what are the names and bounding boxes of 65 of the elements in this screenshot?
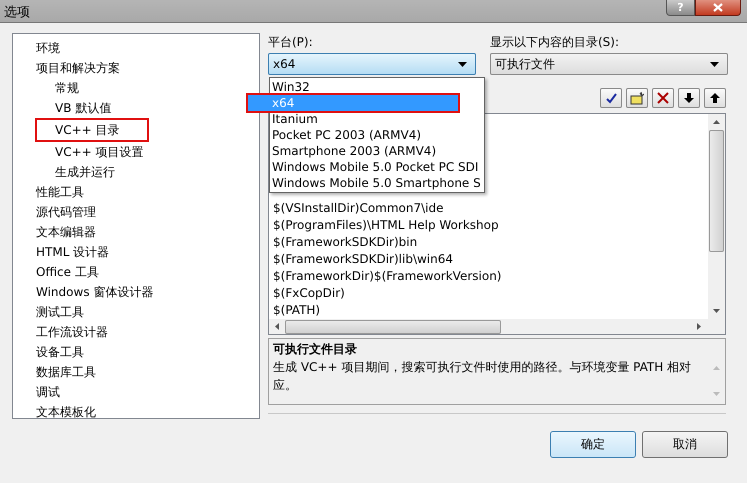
vertical-scrollbar[interactable] [708,114,725,319]
cancel-button[interactable]: 取消 [642,431,728,458]
path-item[interactable]: $(VSInstallDir)Common7\ide [273,200,444,217]
directories-label: 显示以下内容的目录(S): [490,34,620,51]
tree-item[interactable]: 文本模板化 [13,402,96,422]
dropdown-option[interactable]: Pocket PC 2003 (ARMV4) [270,127,484,143]
tree-item[interactable]: 常规 [13,78,79,98]
toolbar-button[interactable] [678,88,700,108]
toolbar-button[interactable] [704,88,726,108]
horizontal-scrollbar[interactable] [269,319,725,334]
dropdown-option[interactable]: Smartphone 2003 (ARMV4) [270,143,484,159]
scroll-thumb[interactable] [285,320,501,334]
window-title: 选项 [3,4,30,21]
toolbar-button[interactable] [626,88,648,108]
tree-item[interactable]: 项目和解决方案 [13,58,120,78]
tree-item[interactable]: 生成并运行 [13,162,115,182]
platform-dropdown[interactable]: x64 [268,53,476,75]
up-arrow-icon [708,91,722,105]
platform-label: 平台(P): [268,34,314,51]
path-item[interactable]: $(PATH) [273,302,320,319]
down-arrow-icon [682,91,696,105]
new-folder-icon [630,91,644,105]
tree-item[interactable]: 测试工具 [13,302,84,322]
tree-item[interactable]: 性能工具 [13,182,84,202]
scroll-right-icon [697,323,701,330]
path-item[interactable]: $(FrameworkDir)$(FrameworkVersion) [273,268,502,285]
path-item[interactable]: $(ProgramFiles)\HTML Help Workshop [273,217,499,234]
tree-item[interactable]: 数据库工具 [13,362,96,382]
description-text: 生成 VC++ 项目期间，搜索可执行文件时使用的路径。与环境变量 PATH 相对应。 [273,359,692,394]
tree-item[interactable]: 环境 [13,38,60,58]
tree-item[interactable]: VC++ 项目设置 [13,142,144,162]
tree-item[interactable]: VC++ 目录 [35,118,149,142]
toolbar-button[interactable] [600,88,622,108]
toolbar-button[interactable] [652,88,674,108]
path-item[interactable]: $(FrameworkSDKDir)lib\win64 [273,251,454,268]
scroll-up-icon [713,366,720,370]
description-title: 可执行文件目录 [273,341,358,358]
tree-item[interactable]: Windows 窗体设计器 [13,282,154,302]
tree-item[interactable]: HTML 设计器 [13,242,110,262]
tree-item[interactable]: 源代码管理 [13,202,96,222]
close-icon [713,3,723,12]
tree-item[interactable]: 设备工具 [13,342,84,362]
ok-button[interactable]: 确定 [550,431,636,458]
scroll-down-icon [713,392,720,396]
scroll-left-icon [275,323,279,330]
directories-dropdown[interactable]: 可执行文件 [490,53,728,75]
path-item[interactable]: $(FxCopDir) [273,285,345,302]
dropdown-option[interactable]: Win32 [270,79,484,95]
scroll-down-icon [713,309,720,313]
dropdown-option[interactable]: Windows Mobile 5.0 Smartphone S [270,175,484,191]
tree-item[interactable]: 工作流设计器 [13,322,108,342]
caret-icon [458,62,467,66]
dropdown-option[interactable]: Itanium [270,111,484,127]
dropdown-option[interactable]: Windows Mobile 5.0 Pocket PC SDI [270,159,484,175]
tree-item[interactable]: Office 工具 [13,262,99,282]
scroll-up-icon [713,120,720,124]
tree-item[interactable]: VB 默认值 [13,98,112,118]
close-button[interactable] [695,0,741,16]
delete-icon [656,91,670,105]
check-icon [604,91,618,105]
path-item[interactable]: $(FrameworkSDKDir)bin [273,234,418,251]
caret-icon [710,62,719,66]
tree-item[interactable]: 文本编辑器 [13,222,96,242]
tree-item[interactable]: 调试 [13,382,60,402]
scroll-thumb[interactable] [709,130,724,252]
